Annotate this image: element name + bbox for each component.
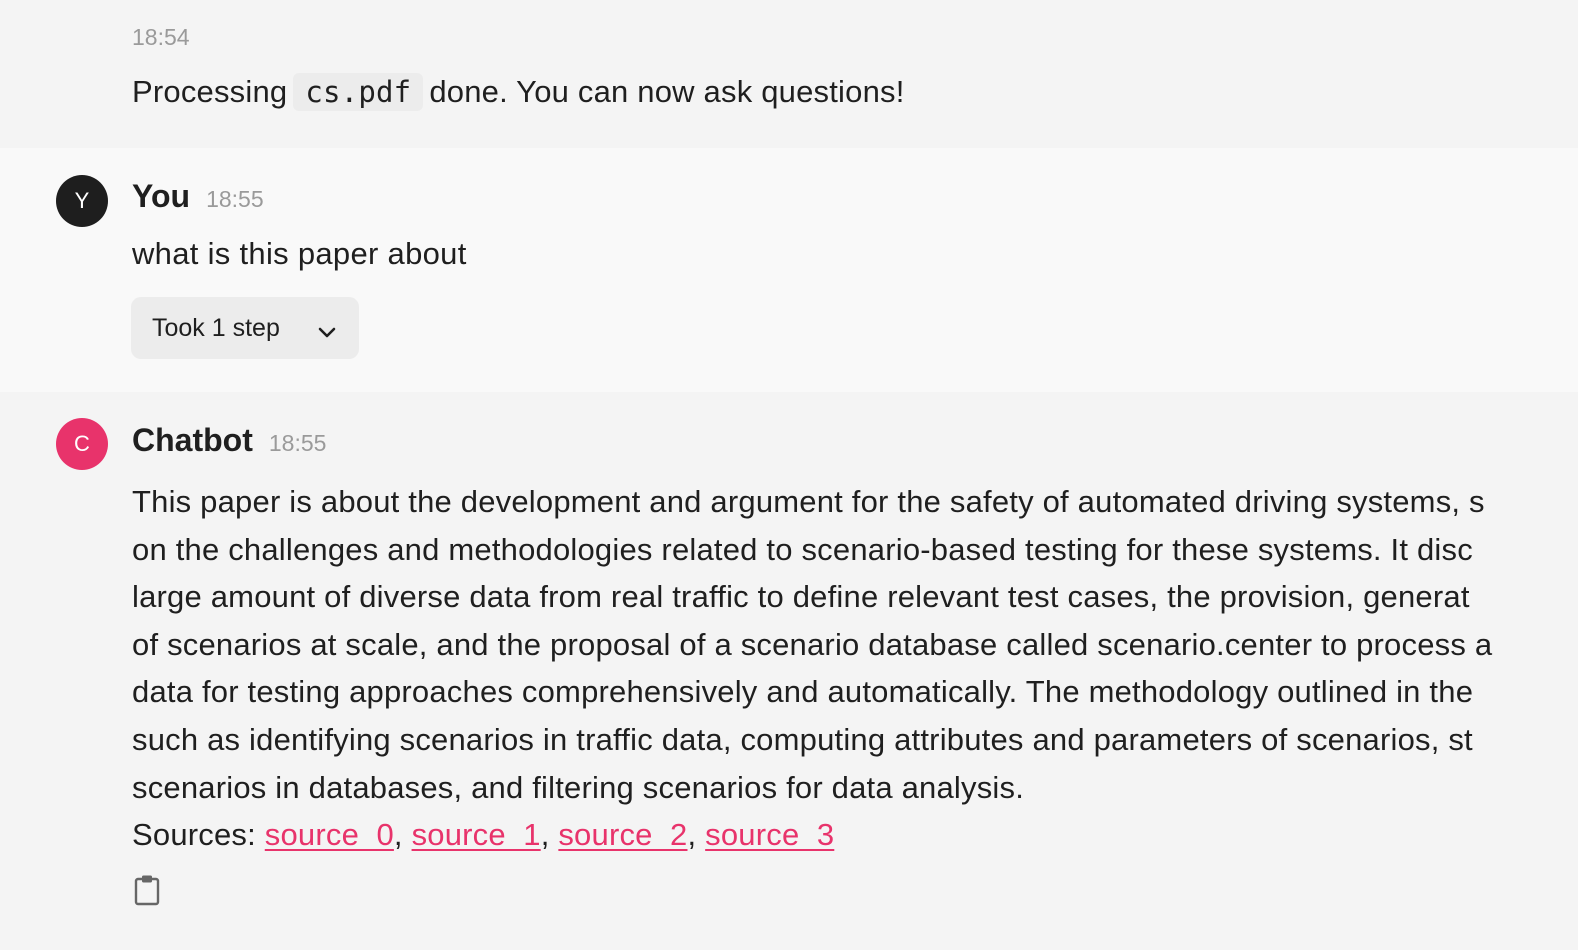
- avatar: Y: [56, 175, 108, 227]
- message-header: Chatbot 18:55: [132, 422, 326, 459]
- bot-message: C Chatbot 18:55 This paper is about the …: [0, 392, 1578, 950]
- clipboard-icon[interactable]: [132, 874, 162, 906]
- text-line: such as identifying scenarios in traffic…: [132, 721, 1473, 757]
- user-message-text: what is this paper about: [132, 236, 467, 271]
- steps-label: Took 1 step: [152, 313, 280, 342]
- source-link-1[interactable]: source_1: [412, 817, 541, 852]
- source-link-3[interactable]: source_3: [705, 817, 834, 852]
- text-line: data for testing approaches comprehensiv…: [132, 674, 1474, 710]
- steps-toggle-button[interactable]: Took 1 step: [131, 297, 359, 359]
- text-line: scenarios in databases, and filtering sc…: [132, 769, 1025, 805]
- chevron-down-icon: [317, 319, 337, 348]
- message-header: You 18:55: [132, 178, 264, 215]
- author-name: Chatbot: [132, 422, 253, 458]
- user-message: Y You 18:55 what is this paper about Too…: [0, 148, 1578, 392]
- sources-line: Sources: source_0, source_1, source_2, s…: [132, 811, 1578, 859]
- text-line: on the challenges and methodologies rela…: [132, 531, 1473, 567]
- avatar: C: [56, 418, 108, 470]
- source-link-0[interactable]: source_0: [265, 817, 394, 852]
- system-message: 18:54 Processing cs.pdf done. You can now …: [0, 0, 1578, 148]
- system-text-after: done. You can now ask questions!: [429, 74, 905, 109]
- chat-container: 18:54 Processing cs.pdf done. You can now …: [0, 0, 1578, 950]
- source-link-2[interactable]: source_2: [558, 817, 687, 852]
- message-time: 18:55: [206, 186, 264, 212]
- source-separator: ,: [540, 817, 550, 853]
- source-separator: ,: [393, 817, 403, 853]
- system-message-text: Processing cs.pdf done. You can now ask qu…: [132, 70, 905, 114]
- bot-message-text: This paper is about the development and …: [132, 478, 1578, 859]
- file-name-code: cs.pdf: [293, 73, 424, 111]
- author-name: You: [132, 178, 191, 214]
- system-text-before: Processing: [132, 74, 288, 109]
- text-line: This paper is about the development and …: [132, 484, 1485, 519]
- message-time: 18:55: [268, 430, 327, 456]
- sources-label: Sources:: [132, 817, 256, 853]
- text-line: large amount of diverse data from real t…: [132, 579, 1470, 615]
- message-time: 18:54: [132, 24, 190, 50]
- text-line: of scenarios at scale, and the proposal …: [132, 626, 1493, 662]
- source-separator: ,: [687, 817, 697, 853]
